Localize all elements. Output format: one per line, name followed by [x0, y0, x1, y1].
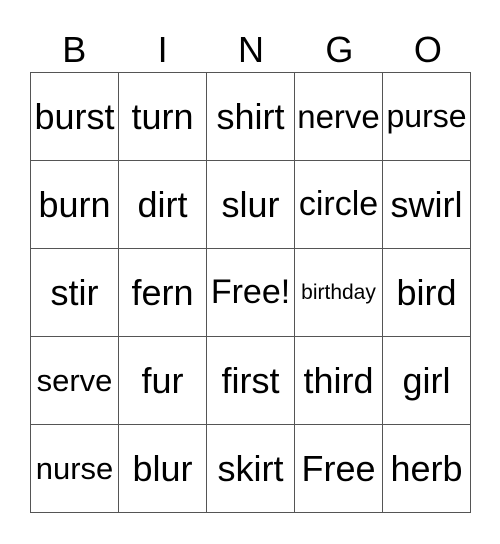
bingo-cell[interactable]: blur [118, 424, 207, 513]
bingo-cell[interactable]: burst [30, 72, 119, 161]
bingo-cell[interactable]: burn [30, 160, 119, 249]
bingo-cell[interactable]: serve [30, 336, 119, 425]
bingo-cell[interactable]: circle [294, 160, 383, 249]
bingo-cell[interactable]: Free [294, 424, 383, 513]
bingo-cell[interactable]: purse [382, 72, 471, 161]
bingo-cell[interactable]: dirt [118, 160, 207, 249]
bingo-cell[interactable]: shirt [206, 72, 295, 161]
header-letter-i: I [157, 29, 168, 70]
bingo-header: B I N G O [30, 28, 472, 72]
bingo-row: nurse blur skirt Free herb [30, 424, 471, 513]
bingo-cell[interactable]: first [206, 336, 295, 425]
bingo-row: serve fur first third girl [30, 336, 471, 425]
bingo-row: burn dirt slur circle swirl [30, 160, 471, 249]
bingo-cell[interactable]: Free! [206, 248, 295, 337]
bingo-cell[interactable]: stir [30, 248, 119, 337]
header-letter-o: O [413, 29, 442, 70]
bingo-cell[interactable]: skirt [206, 424, 295, 513]
bingo-cell[interactable]: birthday [294, 248, 383, 337]
bingo-cell[interactable]: turn [118, 72, 207, 161]
bingo-row: burst turn shirt nerve purse [30, 72, 471, 161]
bingo-row: stir fern Free! birthday bird [30, 248, 471, 337]
bingo-cell[interactable]: nurse [30, 424, 119, 513]
bingo-grid: burst turn shirt nerve purse burn dirt slur circ… [30, 72, 471, 513]
bingo-cell[interactable]: fern [118, 248, 207, 337]
bingo-cell[interactable]: slur [206, 160, 295, 249]
header-letter-b: B [62, 29, 87, 70]
bingo-cell[interactable]: girl [382, 336, 471, 425]
header-letter-n: N [238, 29, 265, 70]
bingo-cell[interactable]: swirl [382, 160, 471, 249]
header-letter-g: G [325, 29, 354, 70]
bingo-cell[interactable]: fur [118, 336, 207, 425]
bingo-cell[interactable]: nerve [294, 72, 383, 161]
bingo-cell[interactable]: bird [382, 248, 471, 337]
bingo-cell[interactable]: third [294, 336, 383, 425]
bingo-cell[interactable]: herb [382, 424, 471, 513]
